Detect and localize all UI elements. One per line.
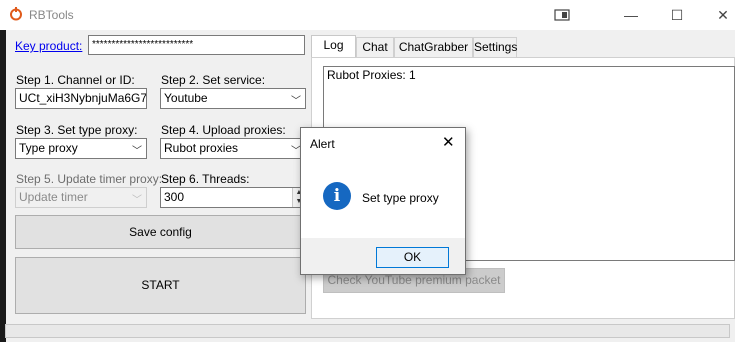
close-window-button[interactable]: ✕ <box>700 0 735 30</box>
update-timer-select-value: Update timer <box>19 190 88 204</box>
upload-proxies-select-value: Rubot proxies <box>164 141 239 155</box>
threads-value: 300 <box>164 190 185 204</box>
proxy-type-select[interactable]: Type proxy ﹀ <box>15 138 147 159</box>
status-bar <box>5 324 730 338</box>
save-config-button[interactable]: Save config <box>15 215 306 249</box>
chevron-down-icon: ﹀ <box>291 96 301 107</box>
service-select-value: Youtube <box>164 91 208 105</box>
ok-button[interactable]: OK <box>376 247 449 268</box>
app-logo-icon <box>10 7 22 21</box>
start-button[interactable]: START <box>15 257 306 314</box>
minimize-button[interactable]: — <box>608 0 654 30</box>
window-edge <box>0 30 6 342</box>
key-product-input[interactable]: ************************** <box>88 35 305 55</box>
step3-label: Step 3. Set type proxy: <box>16 123 138 137</box>
alert-title-bar: Alert ✕ <box>301 128 465 158</box>
alert-dialog: Alert ✕ i Set type proxy OK <box>300 127 466 275</box>
tab-log[interactable]: Log <box>311 35 356 57</box>
alert-body: i Set type proxy <box>301 158 465 238</box>
tab-settings[interactable]: Settings <box>473 37 517 57</box>
info-icon: i <box>323 182 351 210</box>
close-icon[interactable]: ✕ <box>442 133 455 151</box>
proxy-type-select-value: Type proxy <box>19 141 78 155</box>
step4-label: Step 4. Upload proxies: <box>161 123 286 137</box>
step5-label: Step 5. Update timer proxy: <box>16 172 163 186</box>
window-title: RBTools <box>29 8 74 22</box>
snap-layout-icon[interactable] <box>539 0 585 30</box>
key-product-link[interactable]: Key product: <box>15 39 82 53</box>
maximize-button[interactable]: ☐ <box>654 0 700 30</box>
alert-title: Alert <box>310 137 335 151</box>
log-text: Rubot Proxies: 1 <box>327 68 416 82</box>
step1-label: Step 1. Channel or ID: <box>16 73 135 87</box>
upload-proxies-select[interactable]: Rubot proxies ﹀ <box>160 138 306 159</box>
alert-message: Set type proxy <box>362 191 439 205</box>
threads-input[interactable]: 300 ▲ ▼ <box>160 187 306 208</box>
service-select[interactable]: Youtube ﹀ <box>160 88 306 109</box>
channel-id-input[interactable]: UCt_xiH3NybnjuMa6G7GM <box>15 88 147 109</box>
title-bar: RBTools — ☐ ✕ <box>0 0 735 30</box>
step6-label: Step 6. Threads: <box>161 172 250 186</box>
step2-label: Step 2. Set service: <box>161 73 266 87</box>
tab-chat[interactable]: Chat <box>356 37 394 57</box>
update-timer-select: Update timer ﹀ <box>15 187 147 208</box>
tab-chatgrabber[interactable]: ChatGrabber <box>394 37 473 57</box>
chevron-down-icon: ﹀ <box>132 146 142 157</box>
chevron-down-icon: ﹀ <box>132 195 142 206</box>
